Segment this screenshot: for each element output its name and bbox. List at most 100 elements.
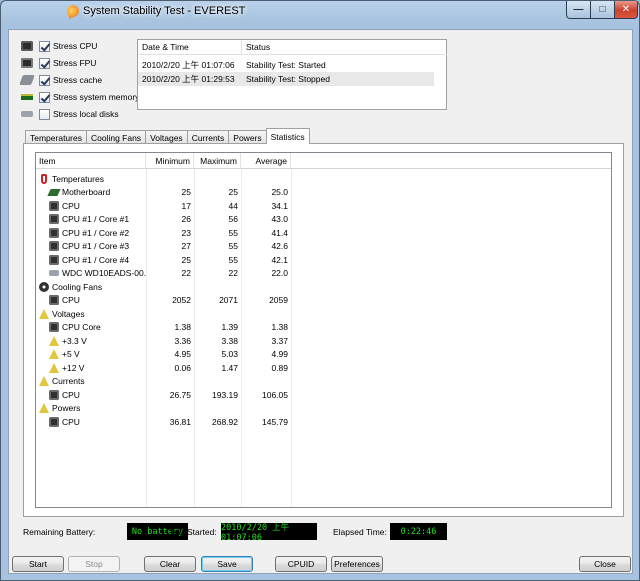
table-row[interactable]: +12 V 0.06 1.47 0.89 — [36, 361, 611, 375]
stress-fpu-option[interactable]: Stress FPU — [21, 56, 96, 70]
row-item: CPU #1 / Core #3 — [36, 240, 146, 254]
stress-fpu-checkbox[interactable] — [39, 57, 50, 69]
stress-cpu-checkbox[interactable] — [39, 40, 50, 52]
row-average: 2059 — [269, 295, 288, 306]
tab-statistics[interactable]: Statistics — [265, 128, 310, 144]
header-minimum[interactable]: Minimum — [146, 153, 194, 169]
stress-disks-option[interactable]: Stress local disks — [21, 107, 119, 121]
tab-cooling-fans[interactable]: Cooling Fans — [85, 130, 147, 144]
table-row[interactable]: CPU #1 / Core #3 27 55 42.6 — [36, 240, 611, 254]
motherboard-icon — [47, 188, 61, 196]
header-average[interactable]: Average — [241, 153, 291, 169]
close-window-button[interactable]: ✕ — [614, 1, 638, 19]
preferences-button[interactable]: Preferences — [331, 556, 383, 572]
event-log[interactable]: Date & Time Status 2010/2/20 上午 01:07:06… — [137, 39, 447, 110]
row-average: 145.79 — [262, 416, 288, 427]
stress-memory-option[interactable]: Stress system memory — [21, 90, 139, 104]
close-button[interactable]: Close — [579, 556, 631, 572]
chip-icon — [49, 322, 59, 333]
start-button[interactable]: Start — [12, 556, 64, 572]
log-header-date[interactable]: Date & Time — [138, 40, 242, 55]
table-group-row[interactable]: Powers — [36, 402, 611, 416]
warning-icon — [39, 376, 49, 387]
table-row[interactable]: CPU 26.75 193.19 106.05 — [36, 388, 611, 402]
table-row[interactable]: CPU #1 / Core #4 25 55 42.1 — [36, 253, 611, 267]
save-button[interactable]: Save — [201, 556, 253, 572]
stress-memory-checkbox[interactable] — [39, 91, 50, 103]
log-status: Stability Test: Stopped — [246, 74, 330, 84]
disk-icon — [21, 111, 33, 117]
table-row[interactable]: CPU 2052 2071 2059 — [36, 294, 611, 308]
row-maximum: 44 — [228, 200, 238, 211]
tab-powers[interactable]: Powers — [228, 130, 267, 144]
stress-cache-checkbox[interactable] — [39, 74, 50, 86]
row-item: CPU #1 / Core #2 — [36, 226, 146, 240]
row-average: 0.89 — [271, 362, 288, 373]
row-average: 43.0 — [271, 214, 288, 225]
log-date: 2010/2/20 上午 01:07:06 — [142, 60, 235, 70]
statistics-panel: Item Minimum Maximum Average Temperature… — [23, 143, 624, 517]
table-group-row[interactable]: Voltages — [36, 307, 611, 321]
header-maximum[interactable]: Maximum — [194, 153, 241, 169]
table-group-row[interactable]: Cooling Fans — [36, 280, 611, 294]
disk-icon — [49, 270, 59, 277]
log-row[interactable]: 2010/2/20 上午 01:07:06 Stability Test: St… — [138, 58, 434, 72]
tab-temperatures[interactable]: Temperatures — [25, 130, 87, 144]
row-minimum: 25 — [181, 187, 191, 198]
statistics-header: Item Minimum Maximum Average — [36, 153, 611, 169]
table-group-row[interactable]: Currents — [36, 375, 611, 389]
stop-button[interactable]: Stop — [68, 556, 120, 572]
row-minimum: 22 — [181, 268, 191, 279]
client-area: Stress CPU Stress FPU Stress cache Stres… — [8, 29, 633, 574]
app-window: System Stability Test - EVEREST — □ ✕ St… — [0, 0, 640, 581]
table-group-row[interactable]: Temperatures — [36, 172, 611, 186]
warning-icon — [49, 335, 59, 346]
chip-icon — [49, 227, 59, 238]
log-status: Stability Test: Started — [246, 60, 326, 70]
table-row[interactable]: CPU 17 44 34.1 — [36, 199, 611, 213]
chip-icon — [49, 416, 59, 427]
fpu-icon — [21, 58, 33, 68]
minimize-button[interactable]: — — [566, 1, 591, 19]
clear-button[interactable]: Clear — [144, 556, 196, 572]
stress-disks-checkbox[interactable] — [39, 108, 50, 120]
stress-cpu-option[interactable]: Stress CPU — [21, 39, 97, 53]
row-item-label: CPU #1 / Core #3 — [62, 241, 130, 252]
maximize-button[interactable]: □ — [590, 1, 615, 19]
warning-icon — [49, 349, 59, 360]
row-average: 42.6 — [271, 241, 288, 252]
tab-voltages[interactable]: Voltages — [145, 130, 188, 144]
row-minimum: 36.81 — [169, 416, 191, 427]
row-minimum: 17 — [181, 200, 191, 211]
log-row[interactable]: 2010/2/20 上午 01:29:53 Stability Test: St… — [138, 72, 434, 86]
row-minimum: 0.06 — [174, 362, 191, 373]
stress-disks-label: Stress local disks — [53, 109, 119, 119]
table-row[interactable]: CPU Core 1.38 1.39 1.38 — [36, 321, 611, 335]
row-item: WDC WD10EADS-00... — [36, 267, 146, 281]
cpuid-button[interactable]: CPUID — [275, 556, 327, 572]
table-row[interactable]: WDC WD10EADS-00... 22 22 22.0 — [36, 267, 611, 281]
row-average: 42.1 — [271, 254, 288, 265]
tab-currents[interactable]: Currents — [186, 130, 230, 144]
row-minimum: 1.38 — [174, 322, 191, 333]
row-item: CPU #1 / Core #1 — [36, 213, 146, 227]
table-row[interactable]: +3.3 V 3.36 3.38 3.37 — [36, 334, 611, 348]
table-row[interactable]: CPU 36.81 268.92 145.79 — [36, 415, 611, 429]
row-maximum: 1.39 — [221, 322, 238, 333]
log-header-status[interactable]: Status — [242, 40, 447, 55]
header-item[interactable]: Item — [36, 153, 146, 169]
stress-cache-option[interactable]: Stress cache — [19, 73, 102, 87]
table-row[interactable]: CPU #1 / Core #1 26 56 43.0 — [36, 213, 611, 227]
row-average: 1.38 — [271, 322, 288, 333]
statistics-table[interactable]: Item Minimum Maximum Average Temperature… — [35, 152, 612, 508]
title-bar[interactable]: System Stability Test - EVEREST — □ ✕ — [1, 1, 639, 23]
table-row[interactable]: CPU #1 / Core #2 23 55 41.4 — [36, 226, 611, 240]
row-item-label: Voltages — [52, 308, 85, 319]
row-item-label: CPU Core — [62, 322, 101, 333]
row-item: CPU — [36, 388, 146, 402]
row-minimum: 27 — [181, 241, 191, 252]
table-row[interactable]: +5 V 4.95 5.03 4.99 — [36, 348, 611, 362]
table-row[interactable]: Motherboard 25 25 25.0 — [36, 186, 611, 200]
row-minimum: 26.75 — [169, 389, 191, 400]
row-item-label: Powers — [52, 403, 81, 414]
